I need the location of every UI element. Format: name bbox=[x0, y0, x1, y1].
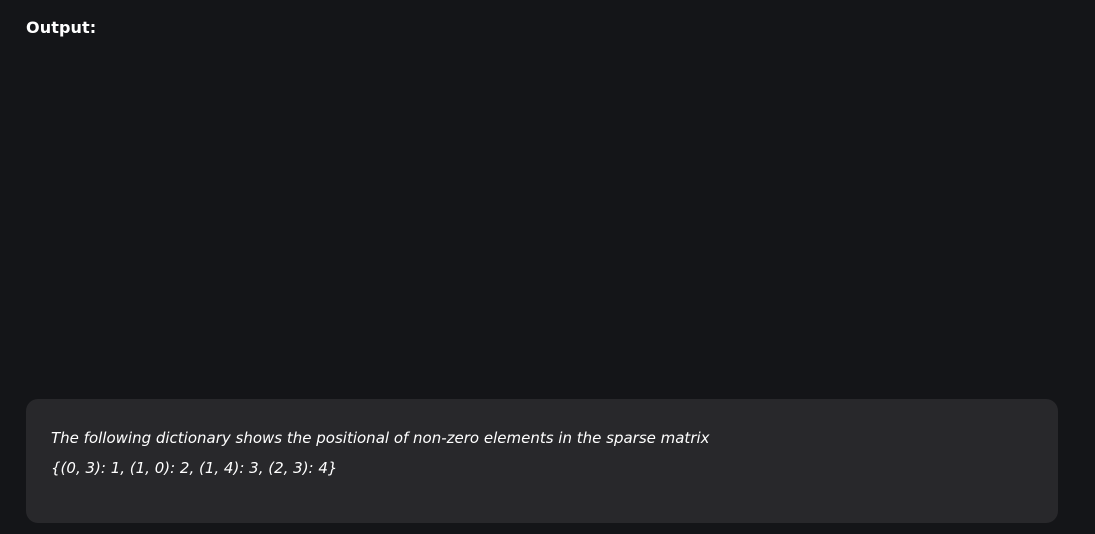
output-heading: Output: bbox=[26, 18, 97, 37]
page: Output: The following dictionary shows t… bbox=[0, 0, 1095, 534]
output-dictionary-line: {(0, 3): 1, (1, 0): 2, (1, 4): 3, (2, 3)… bbox=[51, 459, 338, 477]
output-description-line: The following dictionary shows the posit… bbox=[51, 429, 710, 447]
output-panel: The following dictionary shows the posit… bbox=[26, 399, 1058, 523]
